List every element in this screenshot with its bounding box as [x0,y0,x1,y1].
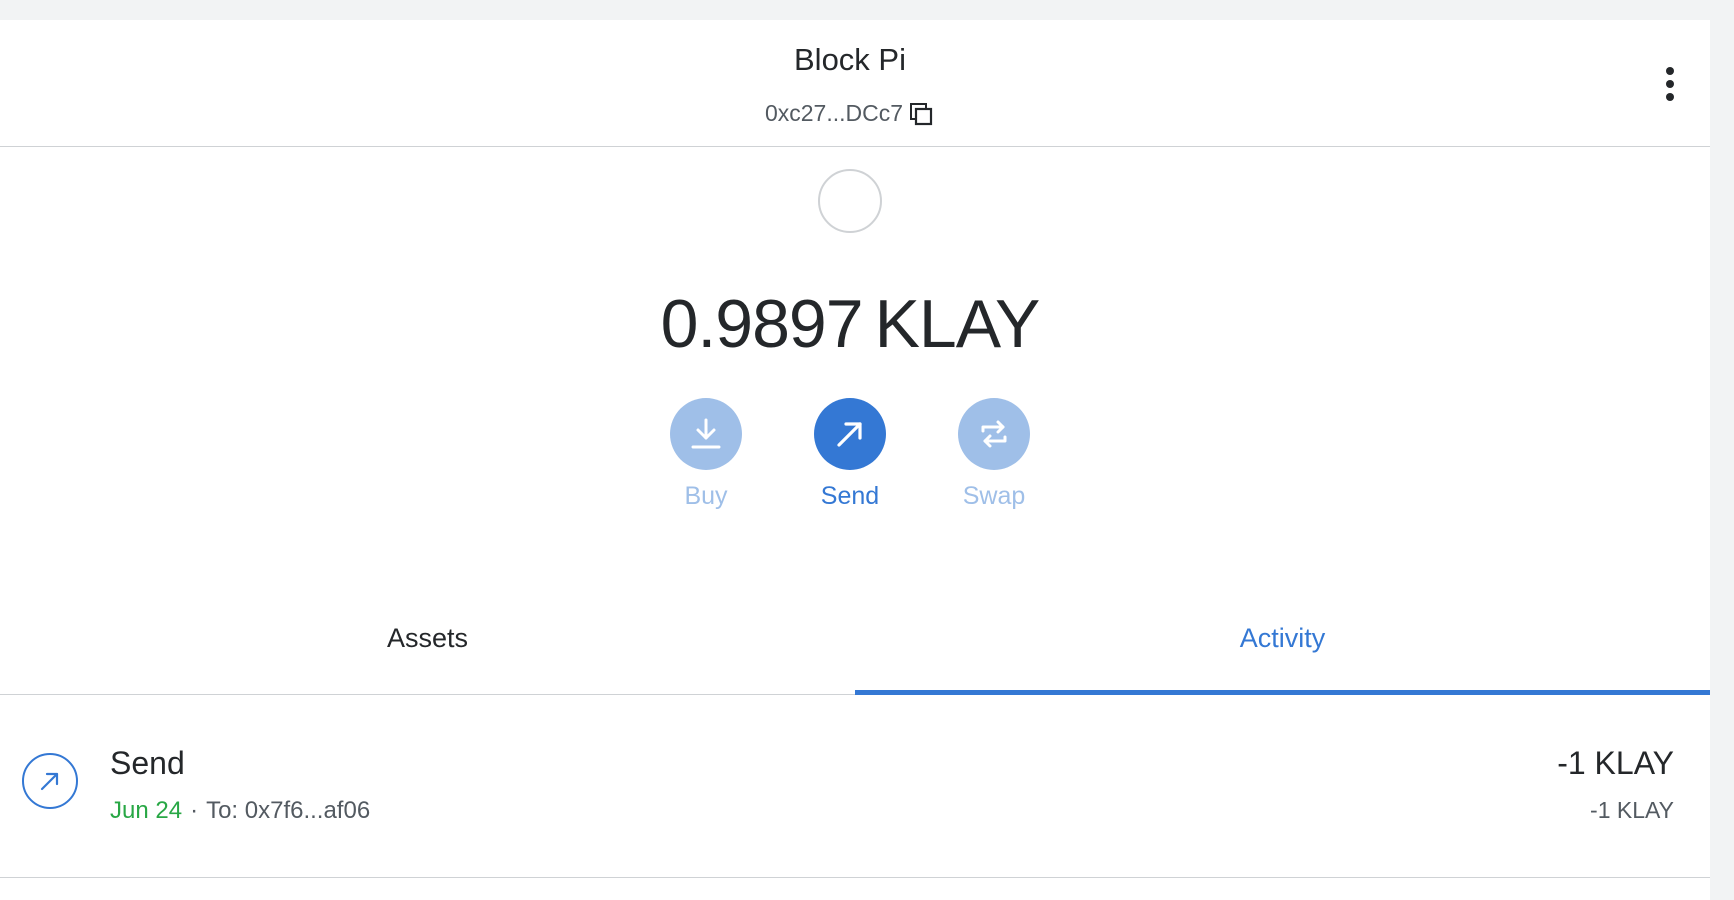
kebab-dot [1666,93,1674,101]
wallet-panel: Block Pi 0xc27...DCc7 0.9897 KLAY Buy Se… [0,20,1710,900]
activity-date: Jun 24 [110,797,183,824]
activity-amount: -1 KLAY [1557,745,1674,781]
activity-amount-secondary: -1 KLAY [1590,797,1674,823]
activity-list-item[interactable]: Send Jun 24 · To: 0x7f6...af06 -1 KLAY -… [0,696,1710,878]
account-address-row[interactable]: 0xc27...DCc7 [0,98,1700,128]
account-address[interactable]: 0xc27...DCc7 [765,100,903,127]
buy-button[interactable]: Buy [670,398,742,511]
activity-details: Jun 24 · To: 0x7f6...af06 [110,797,370,825]
send-button[interactable]: Send [814,398,886,511]
arrow-up-right-icon [837,422,862,447]
account-options-button[interactable] [1652,62,1688,106]
copy-icon[interactable] [909,102,935,128]
buy-label: Buy [684,482,728,510]
activity-separator: · [190,797,199,824]
tab-assets[interactable]: Assets [0,588,855,694]
arrow-up-right-icon [40,772,59,791]
swap-label: Swap [962,482,1026,510]
account-name[interactable]: Block Pi [0,42,1700,78]
tab-activity[interactable]: Activity [855,588,1710,695]
balance-amount: 0.9897 [660,286,864,362]
tab-bar: Assets Activity [0,588,1710,695]
kebab-menu-icon [1666,67,1674,75]
balance-display: 0.9897 KLAY [0,285,1700,363]
account-header: Block Pi 0xc27...DCc7 [0,20,1710,147]
swap-arrows-icon [981,420,1007,448]
download-icon [691,418,721,449]
token-icon [818,169,882,233]
wallet-actions: Buy Send Swap [0,398,1700,511]
activity-recipient: To: 0x7f6...af06 [206,797,371,824]
swap-button-circle[interactable] [958,398,1030,470]
send-button-circle[interactable] [814,398,886,470]
buy-button-circle[interactable] [670,398,742,470]
kebab-dot [1666,80,1674,88]
balance-unit: KLAY [874,286,1041,362]
send-transaction-icon [22,753,78,809]
swap-button[interactable]: Swap [958,398,1030,511]
send-label: Send [820,482,880,510]
activity-title: Send [110,745,185,781]
